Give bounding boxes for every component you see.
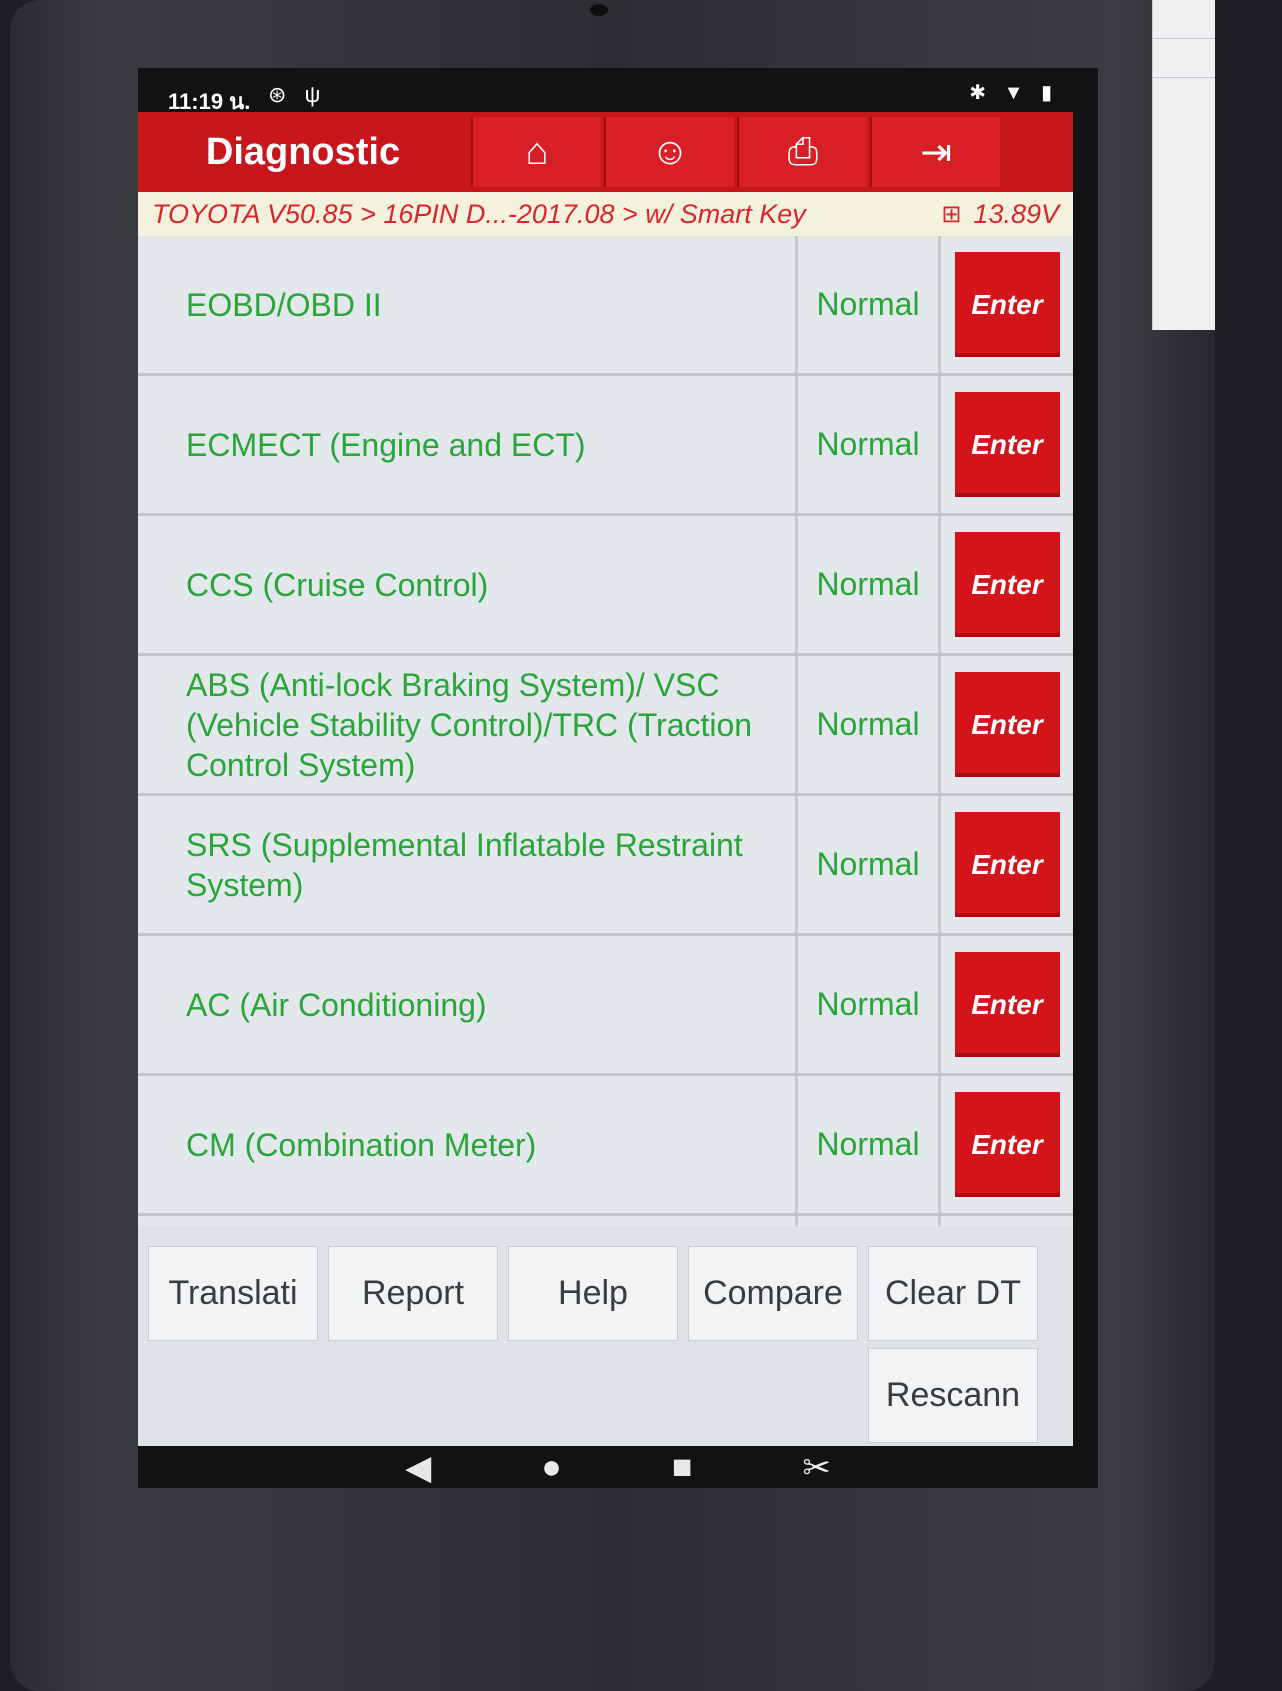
system-row: EOBD/OBD II Normal Enter xyxy=(138,236,1073,376)
report-button[interactable]: Report xyxy=(328,1246,498,1341)
battery-icon: ▮ xyxy=(1040,82,1058,104)
wifi-icon: ▼ xyxy=(1003,82,1030,104)
settings-circle-icon: ⊛ xyxy=(268,82,293,107)
printer-icon: ⎙ xyxy=(787,130,819,173)
breadcrumb: TOYOTA V50.85 > 16PIN D...-2017.08 > w/ … xyxy=(138,192,1073,236)
system-status xyxy=(798,1216,941,1226)
system-status: Normal xyxy=(798,376,941,513)
rescan-button[interactable]: Rescann xyxy=(868,1348,1038,1443)
home-icon: ⌂ xyxy=(525,130,549,173)
recents-square-icon[interactable]: ■ xyxy=(672,1448,693,1488)
print-button[interactable]: ⎙ xyxy=(737,117,867,187)
front-camera xyxy=(590,4,608,16)
enter-button[interactable]: Enter xyxy=(954,392,1060,497)
home-dot-icon[interactable]: ● xyxy=(541,1448,562,1488)
status-right-icons: ✱ ▼ ▮ xyxy=(969,80,1058,105)
system-name xyxy=(138,1216,798,1226)
system-status: Normal xyxy=(798,236,941,373)
enter-button[interactable]: Enter xyxy=(954,532,1060,637)
compare-button[interactable]: Compare xyxy=(688,1246,858,1341)
network-icon: ψ xyxy=(304,82,327,107)
screenshot-icon[interactable]: ✂ xyxy=(802,1448,831,1488)
help-button[interactable]: Help xyxy=(508,1246,678,1341)
page-title: Diagnostic xyxy=(205,130,401,173)
support-button[interactable]: ☺ xyxy=(604,117,734,187)
system-row: ABS (Anti-lock Braking System)/ VSC (Veh… xyxy=(138,656,1073,796)
system-status: Normal xyxy=(798,936,941,1073)
footer-toolbar: Translati Report Help Compare Clear DT R… xyxy=(138,1226,1073,1446)
support-person-icon: ☺ xyxy=(650,130,690,173)
enter-button[interactable]: Enter xyxy=(954,672,1060,777)
exit-button[interactable]: ⇥ xyxy=(870,117,1000,187)
system-status: Normal xyxy=(798,656,941,793)
system-status: Normal xyxy=(798,796,941,933)
system-name: AC (Air Conditioning) xyxy=(138,936,798,1073)
bluetooth-icon: ✱ xyxy=(969,82,993,104)
system-row: CCS (Cruise Control) Normal Enter xyxy=(138,516,1073,656)
clear-dtc-button[interactable]: Clear DT xyxy=(868,1246,1038,1341)
screen: 11:19 น. ⊛ ψ ✱ ▼ ▮ Diagnostic ⌂ ☺ ⎙ ⇥ TO… xyxy=(138,68,1098,1488)
translation-button[interactable]: Translati xyxy=(148,1246,318,1341)
exit-icon: ⇥ xyxy=(920,131,952,174)
android-nav-bar: ◀ ● ■ ✂ xyxy=(138,1448,1098,1488)
app-header: Diagnostic ⌂ ☺ ⎙ ⇥ xyxy=(138,112,1073,192)
system-row-partial xyxy=(138,1216,1073,1226)
system-name: ECMECT (Engine and ECT) xyxy=(138,376,798,513)
paper-sheet xyxy=(1152,0,1215,330)
system-row: ECMECT (Engine and ECT) Normal Enter xyxy=(138,376,1073,516)
system-status: Normal xyxy=(798,516,941,653)
system-name: EOBD/OBD II xyxy=(138,236,798,373)
enter-button[interactable]: Enter xyxy=(954,252,1060,357)
status-left-icons: ⊛ ψ xyxy=(268,82,326,108)
back-icon[interactable]: ◀ xyxy=(405,1448,431,1488)
system-name: SRS (Supplemental Inflatable Restraint S… xyxy=(138,796,798,933)
enter-button[interactable]: Enter xyxy=(954,952,1060,1057)
system-name: CCS (Cruise Control) xyxy=(138,516,798,653)
enter-button[interactable]: Enter xyxy=(954,1092,1060,1197)
system-name: ABS (Anti-lock Braking System)/ VSC (Veh… xyxy=(138,656,798,793)
system-status: Normal xyxy=(798,1076,941,1213)
breadcrumb-path: TOYOTA V50.85 > 16PIN D...-2017.08 > w/ … xyxy=(152,198,806,229)
tablet-device: 11:19 น. ⊛ ψ ✱ ▼ ▮ Diagnostic ⌂ ☺ ⎙ ⇥ TO… xyxy=(10,0,1215,1691)
system-row: SRS (Supplemental Inflatable Restraint S… xyxy=(138,796,1073,936)
voltage-readout: 13.89V xyxy=(973,198,1059,229)
system-row: CM (Combination Meter) Normal Enter xyxy=(138,1076,1073,1216)
systems-table[interactable]: EOBD/OBD II Normal Enter ECMECT (Engine … xyxy=(138,236,1073,1226)
home-button[interactable]: ⌂ xyxy=(471,117,601,187)
system-name: CM (Combination Meter) xyxy=(138,1076,798,1213)
status-bar: 11:19 น. ⊛ ψ ✱ ▼ ▮ xyxy=(138,68,1098,114)
battery-icon: ⊞ xyxy=(941,200,962,228)
enter-button[interactable]: Enter xyxy=(954,812,1060,917)
system-row: AC (Air Conditioning) Normal Enter xyxy=(138,936,1073,1076)
